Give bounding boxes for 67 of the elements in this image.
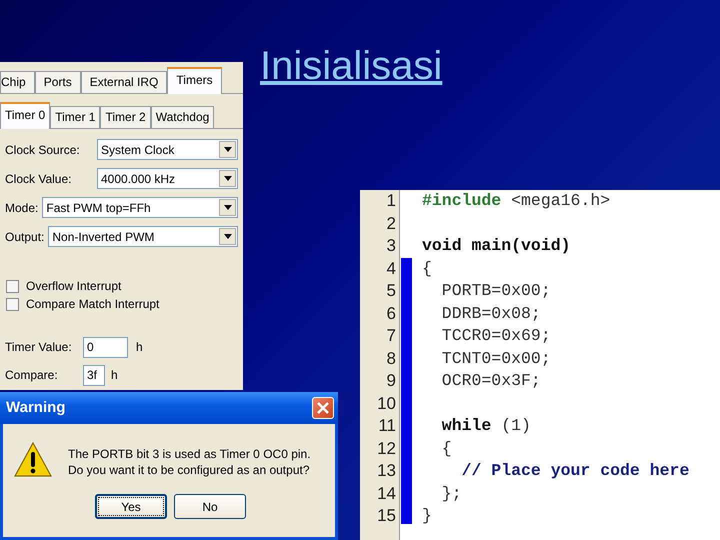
code-line: #include <mega16.h> <box>422 190 612 212</box>
tab[interactable]: Chip <box>0 71 35 93</box>
message-text: The PORTB bit 3 is used as Timer 0 OC0 pin. <box>68 446 311 462</box>
tab[interactable]: Timer 1 <box>50 106 100 128</box>
code-line: while (1) <box>440 415 532 437</box>
tab[interactable]: Timer 2 <box>100 106 151 128</box>
code-line: { <box>422 258 433 280</box>
dialog-title: Warning <box>6 398 66 418</box>
slide-title: Inisialisasi <box>260 43 442 90</box>
caret-icon <box>224 234 232 239</box>
unit-label: h <box>111 367 118 384</box>
dropdown[interactable]: Non-Inverted PWM <box>48 226 238 247</box>
dropdown[interactable]: 4000.000 kHz <box>97 168 238 189</box>
caret-icon <box>224 147 232 152</box>
input-field[interactable]: 0 <box>83 336 128 358</box>
code-line: } <box>422 505 433 527</box>
tab[interactable]: Watchdog <box>150 106 214 128</box>
caret-icon <box>224 176 232 181</box>
checkbox[interactable] <box>6 280 19 292</box>
checkbox-label: Overflow Interrupt <box>26 278 122 295</box>
line-number: 5 <box>386 280 397 302</box>
tab[interactable]: Timers <box>167 67 222 94</box>
line-number: 14 <box>376 482 397 504</box>
checkbox-label: Compare Match Interrupt <box>26 296 160 313</box>
line-number: 11 <box>377 415 397 437</box>
field-label: Output: <box>5 228 44 246</box>
line-number: 3 <box>386 235 397 257</box>
line-number: 10 <box>376 392 397 414</box>
code-line: void main(void) <box>422 235 572 257</box>
code-line: DDRB=0x08; <box>440 302 542 324</box>
checkbox[interactable] <box>6 298 19 310</box>
close-button[interactable] <box>312 397 334 419</box>
line-number: 6 <box>386 302 397 324</box>
code-line: TCNT0=0x00; <box>440 348 552 370</box>
field-label: Mode: <box>5 200 38 216</box>
line-number: 1 <box>386 190 397 212</box>
line-number: 15 <box>376 505 397 527</box>
code-line: // Place your code here <box>460 460 690 482</box>
line-number: 9 <box>386 370 397 392</box>
code-line: OCR0=0x3F; <box>440 370 542 392</box>
close-icon <box>317 402 329 414</box>
code-line: }; <box>440 482 463 504</box>
dialog-button[interactable]: No <box>174 494 246 519</box>
code-line: { <box>440 438 453 460</box>
unit-label: h <box>136 339 143 356</box>
warning-icon <box>14 442 52 478</box>
tab[interactable]: External IRQ <box>80 71 168 93</box>
line-number: 12 <box>376 438 397 460</box>
dropdown[interactable]: System Clock <box>97 139 238 160</box>
line-number: 7 <box>386 325 397 347</box>
tab[interactable]: Ports <box>34 71 81 93</box>
field-label: Clock Value: <box>5 170 72 188</box>
field-label: Timer Value: <box>5 339 73 356</box>
tab[interactable]: Timer 0 <box>0 102 50 129</box>
field-label: Clock Source: <box>5 142 81 158</box>
field-label: Compare: <box>5 367 59 384</box>
line-number: 4 <box>386 258 397 280</box>
input-field[interactable]: 3f <box>83 364 105 386</box>
code-line: TCCR0=0x69; <box>440 325 552 347</box>
line-number: 2 <box>386 212 397 234</box>
code-line: PORTB=0x00; <box>440 280 552 302</box>
message-text: Do you want it to be configured as an output? <box>68 462 310 478</box>
caret-icon <box>224 205 232 210</box>
line-number: 8 <box>386 348 397 370</box>
dropdown[interactable]: Fast PWM top=FFh <box>42 197 238 218</box>
line-number: 13 <box>376 460 397 482</box>
dialog-button[interactable]: Yes <box>95 494 167 519</box>
